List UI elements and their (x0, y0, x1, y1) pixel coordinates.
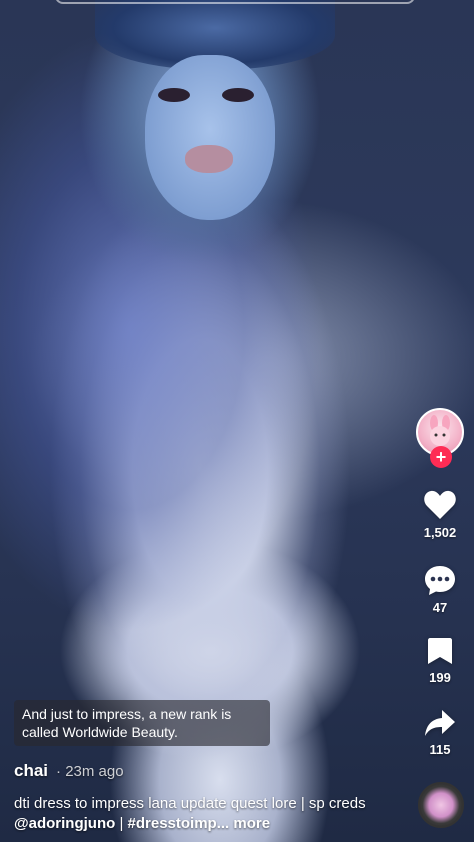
follow-button[interactable]: + (430, 446, 452, 468)
bookmark-icon (428, 638, 452, 664)
video-subject-eye-left (158, 88, 190, 102)
mention-link[interactable]: @adoringjuno (14, 815, 115, 832)
post-time: · 23m ago (56, 763, 124, 780)
username-link[interactable]: chai (14, 761, 48, 781)
share-arrow-icon (425, 710, 455, 736)
save-count: 199 (429, 670, 451, 685)
heart-icon (424, 490, 456, 519)
creator-avatar-button[interactable]: + (416, 408, 466, 470)
more-link[interactable]: more (229, 815, 270, 832)
post-description[interactable]: dti dress to impress lana update quest l… (14, 794, 374, 834)
description-separator: | (115, 815, 128, 832)
video-text-sticker: And just to impress, a new rank is calle… (14, 700, 270, 746)
comment-button[interactable]: 47 (412, 564, 468, 615)
share-button[interactable]: 115 (412, 708, 468, 757)
video-subject-lips (185, 145, 233, 173)
music-disc-icon[interactable] (418, 782, 464, 828)
description-text: dti dress to impress lana update quest l… (14, 795, 366, 812)
video-subject-face (145, 55, 275, 220)
like-count: 1,502 (423, 525, 457, 540)
post-meta: chai · 23m ago (14, 761, 124, 783)
comment-bubble-icon (425, 566, 455, 595)
save-button[interactable]: 199 (412, 636, 468, 685)
bunny-avatar-icon (430, 415, 450, 446)
video-subject-eye-right (222, 88, 254, 102)
top-search-bar[interactable] (55, 0, 415, 4)
comment-count: 47 (432, 600, 448, 615)
like-button[interactable]: 1,502 (412, 489, 468, 540)
share-count: 115 (429, 742, 451, 757)
hashtag-link[interactable]: #dresstoimp... (128, 815, 230, 832)
